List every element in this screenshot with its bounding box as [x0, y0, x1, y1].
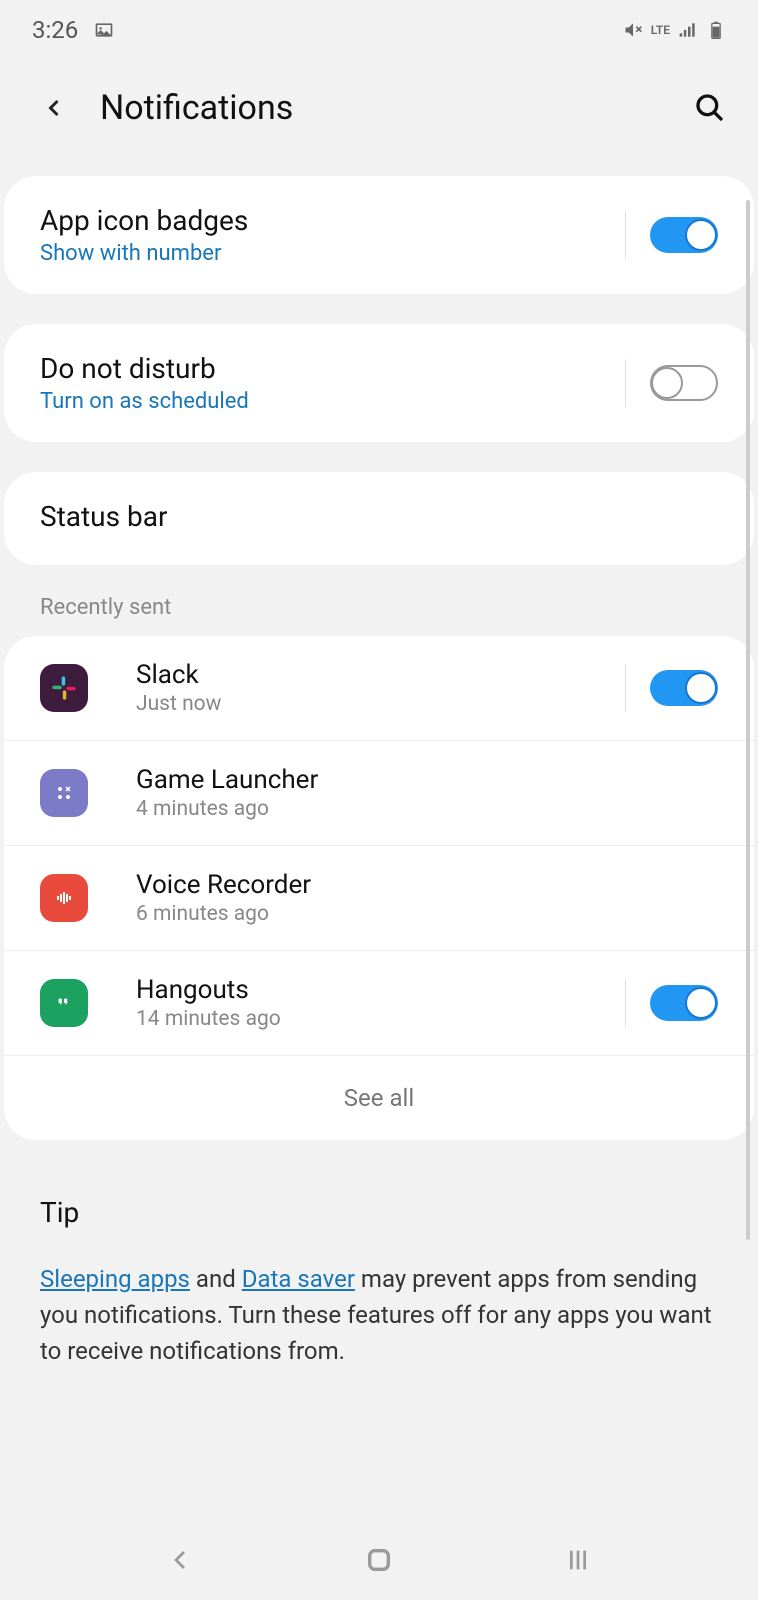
hangouts-toggle[interactable] [650, 985, 718, 1021]
search-button[interactable] [694, 92, 726, 124]
system-status-bar: 3:26 LTE [0, 0, 758, 60]
status-time: 3:26 [32, 16, 78, 44]
see-all-button[interactable]: See all [4, 1056, 754, 1140]
recently-sent-header: Recently sent [0, 595, 758, 636]
home-icon [363, 1544, 395, 1576]
status-bar-row[interactable]: Status bar [4, 472, 754, 565]
app-badges-subtitle: Show with number [40, 241, 625, 266]
app-badges-row[interactable]: App icon badges Show with number [4, 176, 754, 294]
status-bar-title: Status bar [40, 500, 718, 533]
chevron-left-icon [40, 94, 68, 122]
recents-icon [562, 1544, 594, 1576]
app-time: 14 minutes ago [136, 1007, 625, 1031]
data-saver-link[interactable]: Data saver [242, 1265, 355, 1293]
hangouts-icon [40, 979, 88, 1027]
dnd-title: Do not disturb [40, 352, 625, 385]
tip-title: Tip [40, 1196, 718, 1229]
app-row-voice-recorder[interactable]: Voice Recorder 6 minutes ago [4, 846, 754, 951]
app-name: Hangouts [136, 975, 625, 1005]
app-row-slack[interactable]: Slack Just now [4, 636, 754, 741]
picture-icon [94, 20, 114, 40]
mute-icon [623, 20, 643, 40]
back-button[interactable] [40, 94, 68, 122]
app-badges-title: App icon badges [40, 204, 625, 237]
voice-recorder-icon [40, 874, 88, 922]
app-row-hangouts[interactable]: Hangouts 14 minutes ago [4, 951, 754, 1056]
nav-back-button[interactable] [164, 1544, 196, 1580]
dnd-row[interactable]: Do not disturb Turn on as scheduled [4, 324, 754, 442]
app-name: Voice Recorder [136, 870, 718, 900]
app-time: Just now [136, 692, 625, 716]
chevron-left-icon [164, 1544, 196, 1576]
app-name: Game Launcher [136, 765, 718, 795]
status-bar-card: Status bar [4, 472, 754, 565]
dnd-toggle[interactable] [650, 365, 718, 401]
slack-toggle[interactable] [650, 670, 718, 706]
recent-app-list: Slack Just now Game Launcher 4 minutes a… [4, 636, 754, 1140]
divider [625, 664, 626, 712]
divider [625, 211, 626, 259]
divider [625, 979, 626, 1027]
tip-section: Tip Sleeping apps and Data saver may pre… [0, 1140, 758, 1393]
sleeping-apps-link[interactable]: Sleeping apps [40, 1265, 190, 1293]
dnd-subtitle: Turn on as scheduled [40, 389, 625, 414]
search-icon [694, 92, 726, 124]
app-badges-toggle[interactable] [650, 217, 718, 253]
nav-recents-button[interactable] [562, 1544, 594, 1580]
header: Notifications [0, 60, 758, 176]
app-row-game-launcher[interactable]: Game Launcher 4 minutes ago [4, 741, 754, 846]
app-time: 4 minutes ago [136, 797, 718, 821]
signal-icon [678, 20, 698, 40]
network-label: LTE [651, 23, 670, 37]
app-badges-card: App icon badges Show with number [4, 176, 754, 294]
page-title: Notifications [100, 88, 694, 128]
nav-home-button[interactable] [363, 1544, 395, 1580]
scrollbar[interactable] [746, 200, 750, 1240]
navigation-bar [0, 1524, 758, 1600]
game-launcher-icon [40, 769, 88, 817]
slack-icon [40, 664, 88, 712]
app-time: 6 minutes ago [136, 902, 718, 926]
dnd-card: Do not disturb Turn on as scheduled [4, 324, 754, 442]
battery-icon [706, 20, 726, 40]
app-name: Slack [136, 660, 625, 690]
divider [625, 359, 626, 407]
tip-text: Sleeping apps and Data saver may prevent… [40, 1261, 718, 1369]
